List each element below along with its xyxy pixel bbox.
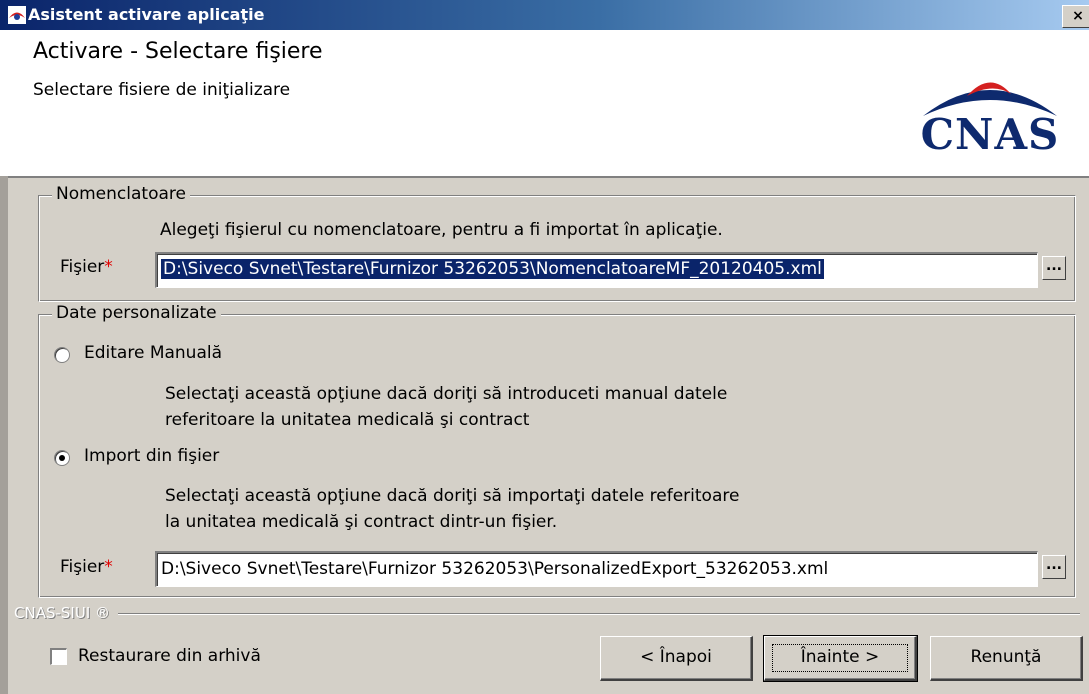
radio-import-din-fisier[interactable] <box>54 450 70 466</box>
title-bar: Asistent activare aplicaţie × <box>0 0 1089 30</box>
editare-manuala-description-2: referitoare la unitatea medicală şi cont… <box>165 410 530 430</box>
import-description-1: Selectaţi această opţiune dacă doriţi să… <box>165 486 740 506</box>
focus-ring <box>772 644 908 672</box>
next-button[interactable]: Înainte > <box>763 635 918 682</box>
radio-selected-dot <box>59 455 65 461</box>
nomenclatoare-file-value: D:\Siveco Svnet\Testare\Furnizor 5326205… <box>161 259 824 279</box>
ellipsis-icon: ... <box>1046 258 1062 274</box>
radio-editare-manuala[interactable] <box>54 347 70 363</box>
restaurare-label[interactable]: Restaurare din arhivă <box>78 646 261 666</box>
date-personalizate-legend: Date personalizate <box>52 303 221 323</box>
import-description-2: la unitatea medicală şi contract dintr-u… <box>165 512 558 532</box>
personalizate-file-value: D:\Siveco Svnet\Testare\Furnizor 5326205… <box>161 559 829 579</box>
cnas-logo: CNAS <box>920 110 1060 159</box>
close-button[interactable]: × <box>1062 5 1089 28</box>
back-button[interactable]: < Înapoi <box>600 636 753 681</box>
editare-manuala-label[interactable]: Editare Manuală <box>84 343 222 363</box>
nomenclatoare-field-label: Fişier* <box>60 257 113 277</box>
field-label-text: Fişier <box>60 557 105 577</box>
personalizate-browse-button[interactable]: ... <box>1042 555 1066 579</box>
close-icon: × <box>1072 8 1084 24</box>
nomenclatoare-description: Alegeţi fişierul cu nomenclatoare, pentr… <box>160 220 723 240</box>
editare-manuala-description-1: Selectaţi această opţiune dacă doriţi să… <box>165 384 728 404</box>
cancel-button-label: Renunţă <box>970 647 1042 667</box>
nomenclatoare-file-input[interactable]: D:\Siveco Svnet\Testare\Furnizor 5326205… <box>155 252 1038 288</box>
restaurare-checkbox[interactable] <box>50 648 67 665</box>
required-mark: * <box>104 257 113 277</box>
cancel-button[interactable]: Renunţă <box>930 636 1083 681</box>
field-label-text: Fişier <box>60 257 105 277</box>
page-title: Activare - Selectare fişiere <box>33 39 323 64</box>
footer-separator <box>118 613 1080 615</box>
window-title: Asistent activare aplicaţie <box>28 5 265 24</box>
cnas-app-icon <box>8 6 26 24</box>
personalizate-file-input[interactable]: D:\Siveco Svnet\Testare\Furnizor 5326205… <box>155 551 1038 587</box>
personalizate-field-label: Fişier* <box>60 557 113 577</box>
ellipsis-icon: ... <box>1046 557 1062 573</box>
import-din-fisier-label[interactable]: Import din fişier <box>84 446 219 466</box>
nomenclatoare-browse-button[interactable]: ... <box>1042 256 1066 280</box>
nomenclatoare-legend: Nomenclatoare <box>52 184 190 204</box>
page-subtitle: Selectare fisiere de iniţializare <box>33 80 291 100</box>
cnas-siui-brand: CNAS-SIUI ® <box>14 604 111 622</box>
window-left-border <box>0 176 8 694</box>
back-button-label: < Înapoi <box>640 647 712 667</box>
required-mark: * <box>104 557 113 577</box>
